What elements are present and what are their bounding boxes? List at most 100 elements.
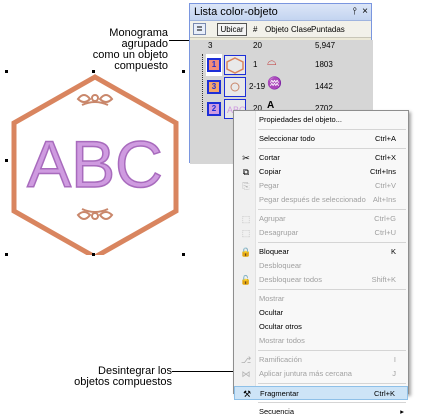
group-row[interactable]: 3 20 5,947	[190, 40, 373, 52]
menu-item-label: Pegar después de seleccionado	[259, 195, 366, 204]
menu-item-label: Seleccionar todo	[259, 134, 315, 143]
menu-separator	[258, 242, 406, 243]
column-header-stitches: Puntadas	[311, 25, 345, 34]
menu-item-mostrar-todos[interactable]: Mostrar todos	[234, 334, 408, 348]
hexagon-thumb-icon	[226, 57, 244, 74]
menu-item-label: Mostrar todos	[259, 336, 305, 345]
object-thumbnail	[224, 55, 246, 75]
menu-item-pegar[interactable]: ⎘ Pegar Ctrl+V	[234, 179, 408, 193]
menu-item-label: Copiar	[259, 167, 282, 176]
menu-item-shortcut: Ctrl+X	[374, 153, 396, 162]
collapse-icon[interactable]: ≣	[193, 23, 206, 35]
menu-item-ocultar[interactable]: Ocultar	[234, 306, 408, 320]
panel-title-bar: Lista color-objeto ⫯ ×	[190, 4, 371, 21]
selection-handle[interactable]	[5, 253, 8, 256]
menu-item-label: Desagrupar	[259, 228, 299, 237]
menu-item-shortcut: Alt+Ins	[372, 195, 396, 204]
group-number: 20	[253, 41, 262, 50]
menu-item-shortcut: K	[390, 247, 396, 256]
group-icon: ⬚	[241, 214, 251, 224]
menu-item-label: Propiedades del objeto...	[259, 115, 342, 124]
join-icon: ⋈	[241, 369, 251, 379]
menu-item-shortcut: Ctrl+Ins	[369, 167, 396, 176]
menu-item-desagrupar[interactable]: ⬚ Desagrupar Ctrl+U	[234, 226, 408, 240]
menu-item-label: Bloquear	[259, 247, 290, 256]
object-thumbnail	[224, 77, 246, 97]
callout-break-apart: Desintegrar los objetos compuestos	[60, 366, 172, 388]
menu-item-shortcut: Ctrl+U	[374, 228, 396, 237]
menu-item-ocultar-otros[interactable]: Ocultar otros	[234, 320, 408, 334]
menu-separator	[258, 350, 406, 351]
menu-separator	[258, 383, 406, 384]
panel-title: Lista color-objeto	[194, 6, 278, 18]
menu-item-label: Cortar	[259, 153, 280, 162]
selection-handle[interactable]	[92, 253, 95, 256]
submenu-arrow-icon: ▸	[400, 407, 404, 416]
menu-item-mostrar[interactable]: Mostrar	[234, 292, 408, 306]
selection-handle[interactable]	[182, 253, 185, 256]
menu-item-copiar[interactable]: ⧉ Copiar Ctrl+Ins	[234, 165, 408, 179]
menu-item-shortcut: Ctrl+G	[374, 214, 396, 223]
ornament-thumb-icon	[230, 82, 240, 92]
menu-item-fragmentar[interactable]: ⚒ Fragmentar Ctrl+K	[234, 386, 408, 400]
menu-separator	[258, 129, 406, 130]
selection-handle[interactable]	[5, 70, 8, 73]
menu-item-propiedades-del-objeto[interactable]: Propiedades del objeto...	[234, 113, 408, 127]
object-number: 2-19	[249, 82, 266, 91]
break-apart-icon: ⚒	[242, 389, 252, 399]
menu-item-pegar-despues-de-seleccionado[interactable]: Pegar después de seleccionado Alt+Ins	[234, 193, 408, 207]
color-index-box: 2	[207, 102, 221, 116]
unlock-icon: 🔓	[240, 275, 252, 285]
menu-item-label: Ocultar	[259, 308, 284, 317]
menu-item-shortcut: Ctrl+V	[374, 181, 396, 190]
menu-item-bloquear[interactable]: 🔒 Bloquear K	[234, 245, 408, 259]
menu-item-label: Pegar	[259, 181, 280, 190]
locate-button[interactable]: Ubicar	[217, 23, 247, 36]
ungroup-icon: ⬚	[241, 228, 251, 238]
color-index-box: 3	[207, 80, 221, 94]
menu-item-label: Mostrar	[259, 294, 285, 303]
group-count: 3	[208, 41, 213, 50]
menu-item-agrupar[interactable]: ⬚ Agrupar Ctrl+G	[234, 212, 408, 226]
object-number: 1	[253, 60, 258, 69]
branch-icon: ⎇	[240, 355, 252, 365]
menu-item-cortar[interactable]: ✂ Cortar Ctrl+X	[234, 151, 408, 165]
menu-item-label: Desbloquear todos	[259, 275, 322, 284]
group-stitches: 5,947	[315, 41, 336, 50]
menu-item-shortcut: Ctrl+K	[373, 389, 395, 398]
selection-handle[interactable]	[182, 70, 185, 73]
menu-item-label: Secuencia	[259, 407, 295, 416]
column-header-class: Clase	[291, 25, 312, 34]
object-type-icon: ⌓	[267, 54, 277, 68]
menu-item-label: Ramificación	[259, 355, 302, 364]
copy-icon: ⧉	[242, 167, 250, 177]
lock-icon: 🔒	[240, 247, 252, 257]
table-row[interactable]: 3 2-19 ♒ 1442	[190, 76, 373, 98]
selection-handle[interactable]	[92, 70, 95, 73]
menu-item-label: Aplicar juntura más cercana	[259, 369, 352, 378]
menu-item-label: Fragmentar	[260, 389, 299, 398]
menu-item-shortcut: Shift+K	[371, 275, 396, 284]
paste-icon: ⎘	[242, 181, 250, 191]
menu-item-label: Agrupar	[259, 214, 286, 223]
bottom-ornament	[76, 208, 114, 220]
table-row[interactable]: 1 1 ⌓ 1803	[190, 54, 373, 76]
menu-item-ramificacion[interactable]: ⎇ Ramificación I	[234, 353, 408, 367]
stitch-count: 1442	[315, 82, 333, 91]
panel-toolbar: ≣ Ubicar # Objeto Clase Puntadas	[190, 21, 371, 38]
pin-icon[interactable]: ⫯	[353, 4, 357, 20]
menu-item-aplicar-juntura-mas-cercana[interactable]: ⋈ Aplicar juntura más cercana J	[234, 367, 408, 381]
stitch-count: 1803	[315, 60, 333, 69]
menu-item-seleccionar-todo[interactable]: Seleccionar todo Ctrl+A	[234, 132, 408, 146]
menu-separator	[258, 148, 406, 149]
menu-separator	[258, 289, 406, 290]
close-icon[interactable]: ×	[362, 4, 368, 20]
menu-separator	[258, 402, 406, 403]
selection-handle[interactable]	[5, 159, 8, 162]
menu-separator	[258, 209, 406, 210]
menu-item-desbloquear-todos[interactable]: 🔓 Desbloquear todos Shift+K	[234, 273, 408, 287]
menu-item-label: Desbloquear	[259, 261, 302, 270]
menu-item-desbloquear[interactable]: Desbloquear	[234, 259, 408, 273]
menu-item-secuencia[interactable]: Secuencia ▸	[234, 405, 408, 419]
monogram-design[interactable]: ABC	[0, 65, 190, 255]
